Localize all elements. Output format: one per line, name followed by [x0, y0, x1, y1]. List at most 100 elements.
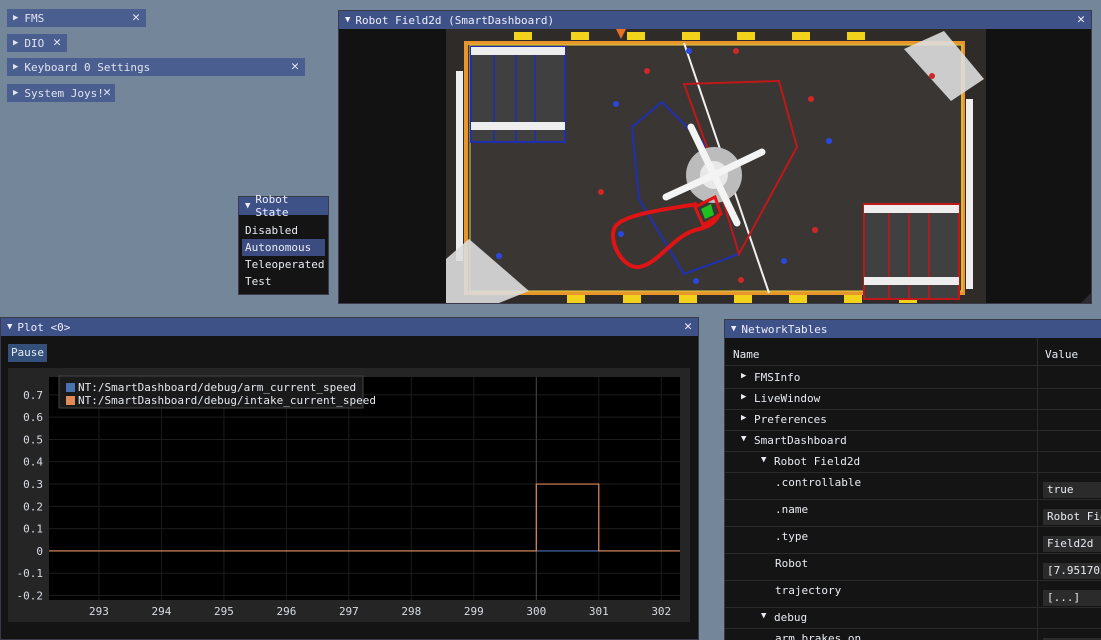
- networktables-window: ▼ NetworkTables Name Value ▶ FMSInfo ▶ Live…: [724, 319, 1101, 640]
- nt-row-name: debug: [774, 611, 808, 624]
- close-icon[interactable]: ✕: [684, 319, 692, 334]
- close-icon[interactable]: ✕: [53, 35, 61, 50]
- dio-window-title: DIO: [24, 36, 45, 50]
- x-tick-label: 300: [526, 605, 546, 618]
- y-tick-label: 0.2: [23, 500, 43, 513]
- nt-row-name: Robot Field2d: [774, 455, 861, 468]
- legend-swatch[interactable]: [66, 396, 75, 405]
- x-tick-label: 301: [589, 605, 609, 618]
- expand-arrow-icon[interactable]: ▶: [13, 13, 18, 23]
- robot-state-titlebar[interactable]: ▼ Robot State: [239, 193, 328, 219]
- robot-state-title: Robot State: [255, 193, 289, 219]
- plot-canvas[interactable]: 0.7 0.6 0.5 0.4 0.3 0.2 0.1 0 -0.1 -0.2 293 294 295…: [8, 368, 690, 622]
- nt-row[interactable]: .type Field2d: [725, 527, 1101, 554]
- collapse-arrow-icon[interactable]: ▼: [761, 611, 766, 621]
- nt-row-name: Robot: [775, 557, 809, 570]
- nt-row[interactable]: .controllable true: [725, 473, 1101, 500]
- close-icon[interactable]: ✕: [103, 85, 111, 100]
- expand-arrow-icon[interactable]: ▶: [13, 62, 18, 72]
- nt-row-value[interactable]: Robot Fie: [1043, 509, 1101, 525]
- collapse-arrow-icon[interactable]: ▼: [345, 15, 350, 25]
- collapse-arrow-icon[interactable]: ▼: [245, 201, 250, 211]
- y-tick-label: 0.6: [23, 411, 43, 424]
- fms-window-title: FMS: [24, 11, 45, 25]
- keyboard-settings-window-collapsed[interactable]: ▶ Keyboard 0 Settings ✕: [7, 58, 305, 76]
- networktables-titlebar[interactable]: ▼ NetworkTables: [725, 320, 1101, 338]
- nt-row[interactable]: ▼ Robot Field2d: [725, 452, 1101, 473]
- robot-state-window: ▼ Robot State Disabled Autonomous Teleop…: [238, 193, 329, 295]
- nt-row-name: .controllable: [775, 476, 862, 489]
- y-tick-label: -0.1: [17, 567, 44, 580]
- column-header-value[interactable]: Value: [1045, 348, 1078, 361]
- keyboard-settings-window-title: Keyboard 0 Settings: [24, 60, 151, 74]
- nt-row-value[interactable]: true: [1043, 482, 1101, 498]
- nt-row-name: .type: [775, 530, 809, 543]
- collapse-arrow-icon[interactable]: ▼: [761, 455, 766, 465]
- nt-row-name: trajectory: [775, 584, 842, 597]
- close-icon[interactable]: ✕: [291, 59, 299, 74]
- robot-state-test[interactable]: Test: [239, 273, 328, 290]
- close-icon[interactable]: ✕: [1077, 12, 1085, 27]
- x-tick-label: 294: [152, 605, 172, 618]
- nt-row-name: .name: [775, 503, 809, 516]
- expand-arrow-icon[interactable]: ▶: [13, 88, 18, 98]
- expand-arrow-icon[interactable]: ▶: [741, 413, 746, 423]
- expand-arrow-icon[interactable]: ▶: [13, 38, 18, 48]
- system-joysticks-window-title: System Joys!: [24, 86, 104, 100]
- nt-row[interactable]: ▶ LiveWindow: [725, 389, 1101, 410]
- networktables-table: Name Value ▶ FMSInfo ▶ LiveWindow ▶ Preferenc…: [725, 338, 1101, 640]
- collapse-arrow-icon[interactable]: ▼: [731, 324, 736, 334]
- nt-row-value[interactable]: Field2d: [1043, 536, 1101, 552]
- collapse-arrow-icon[interactable]: ▼: [741, 434, 746, 444]
- field2d-title: Robot Field2d (SmartDashboard): [355, 13, 555, 27]
- x-tick-label: 293: [89, 605, 109, 618]
- nt-row[interactable]: ▶ FMSInfo: [725, 368, 1101, 389]
- nt-row[interactable]: .name Robot Fie: [725, 500, 1101, 527]
- pause-button[interactable]: Pause: [8, 344, 47, 362]
- x-tick-label: 297: [339, 605, 359, 618]
- networktables-title: NetworkTables: [741, 322, 828, 336]
- legend-label[interactable]: NT:/SmartDashboard/debug/intake_current_…: [78, 394, 376, 407]
- plot-window: ▼ Plot <0> ✕ Pause 0.7 0.6 0.5 0.4 0.3 0.2 0.1…: [0, 317, 699, 640]
- field-canvas[interactable]: [339, 29, 1091, 303]
- plot-area: [49, 377, 680, 600]
- resize-grip[interactable]: [1081, 293, 1091, 303]
- nt-row[interactable]: ▼ debug: [725, 608, 1101, 629]
- y-tick-label: 0.1: [23, 523, 43, 536]
- robot-state-disabled[interactable]: Disabled: [239, 222, 328, 239]
- nt-row-name: LiveWindow: [754, 392, 821, 405]
- field2d-titlebar[interactable]: ▼ Robot Field2d (SmartDashboard) ✕: [339, 11, 1091, 29]
- nt-row-value[interactable]: [...]: [1043, 590, 1101, 606]
- robot-state-teleoperated[interactable]: Teleoperated: [239, 256, 328, 273]
- y-tick-label: 0.5: [23, 433, 43, 446]
- nt-row[interactable]: Robot [7.951705: [725, 554, 1101, 581]
- fms-window-collapsed[interactable]: ▶ FMS ✕: [7, 9, 146, 27]
- nt-row[interactable]: trajectory [...]: [725, 581, 1101, 608]
- plot-title: Plot <0>: [17, 320, 71, 334]
- nt-row[interactable]: ▶ Preferences: [725, 410, 1101, 431]
- robot-state-autonomous[interactable]: Autonomous: [242, 239, 325, 256]
- y-tick-label: 0.4: [23, 456, 43, 469]
- y-tick-label: 0.7: [23, 389, 43, 402]
- expand-arrow-icon[interactable]: ▶: [741, 392, 746, 402]
- x-tick-label: 295: [214, 605, 234, 618]
- column-header-name[interactable]: Name: [733, 348, 760, 361]
- expand-arrow-icon[interactable]: ▶: [741, 371, 746, 381]
- x-tick-label: 296: [276, 605, 296, 618]
- nt-row-name: Preferences: [754, 413, 827, 426]
- x-tick-label: 298: [401, 605, 421, 618]
- nt-row-name: SmartDashboard: [754, 434, 847, 447]
- plot-titlebar[interactable]: ▼ Plot <0> ✕: [1, 318, 698, 336]
- legend-swatch[interactable]: [66, 383, 75, 392]
- dio-window-collapsed[interactable]: ▶ DIO ✕: [7, 34, 67, 52]
- y-tick-label: 0: [36, 545, 43, 558]
- collapse-arrow-icon[interactable]: ▼: [7, 322, 12, 332]
- x-tick-label: 302: [651, 605, 671, 618]
- system-joysticks-window-collapsed[interactable]: ▶ System Joys! ✕: [7, 84, 115, 102]
- nt-row[interactable]: arm_brakes_onNo: [725, 629, 1101, 640]
- close-icon[interactable]: ✕: [132, 10, 140, 25]
- y-tick-label: 0.3: [23, 478, 43, 491]
- nt-row[interactable]: ▼ SmartDashboard: [725, 431, 1101, 452]
- nt-row-value[interactable]: [7.951705: [1043, 563, 1101, 579]
- legend-label[interactable]: NT:/SmartDashboard/debug/arm_current_spe…: [78, 381, 356, 394]
